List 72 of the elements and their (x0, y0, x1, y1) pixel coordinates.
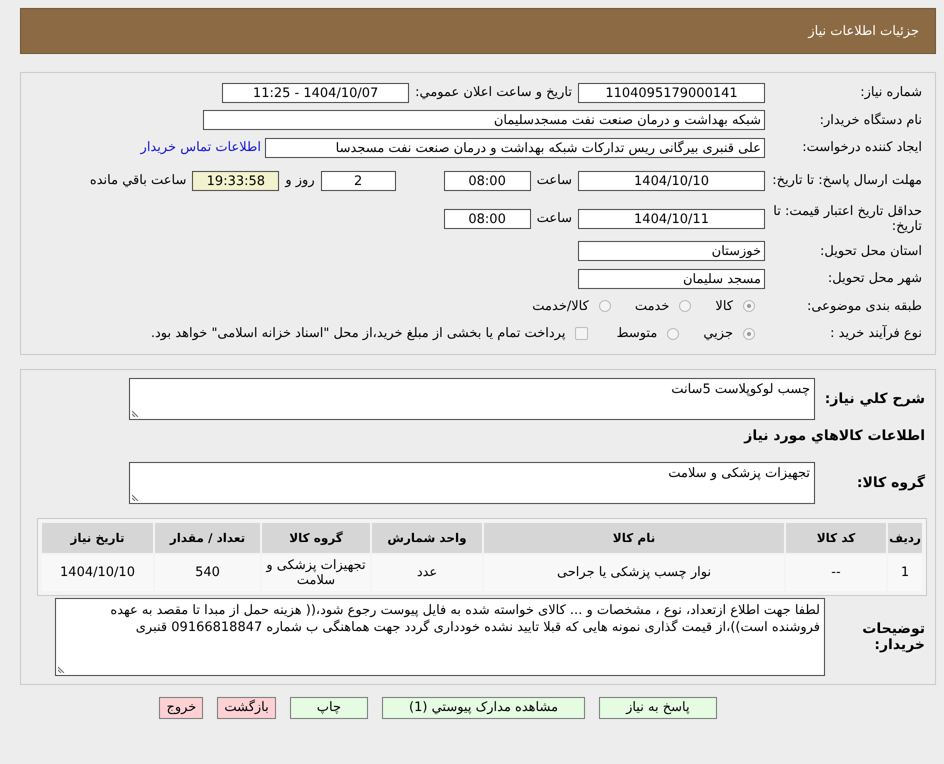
table-cell: 540 (155, 554, 260, 590)
radio-button[interactable] (743, 300, 755, 312)
text-area-value: تجهیزات پزشکی و سلامت (667, 466, 810, 480)
input-field[interactable]: 08:00 (444, 208, 531, 228)
table-cell: عدد (372, 554, 482, 590)
input-field[interactable]: 1104095179000141 (578, 82, 765, 103)
field-label: حداقل تاریخ اعتبار قیمت: تا تاریخ: (772, 204, 923, 234)
input-field[interactable]: شبکه بهداشت و درمان صنعت نفت مسجدسلیمان (203, 110, 765, 130)
input-field[interactable]: 19:33:58 (192, 170, 280, 190)
table-cell: تجهیزات پزشکی و سلامت (262, 554, 370, 590)
option-label: کالا (715, 298, 733, 314)
input-field[interactable]: 1404/10/07 - 11:25 (222, 82, 410, 103)
column-header: نام کالا (484, 522, 784, 552)
input-field[interactable]: 1404/10/10 (578, 170, 765, 190)
field-label: تاریخ و ساعت اعلان عمومي: (415, 85, 572, 100)
section-heading: اطلاعات کالاهاي مورد نياز (742, 428, 926, 444)
column-header: تعداد / مقدار (155, 522, 260, 552)
checkbox[interactable] (575, 327, 588, 340)
field-label: نام دستگاه خریدار: (818, 112, 923, 128)
input-field[interactable]: 1404/10/11 (578, 208, 765, 228)
column-header: ردیف (888, 522, 922, 552)
checkbox-label: پرداخت تمام یا بخشی از مبلغ خرید،از محل "اسناد خزانه اسلامی" خواهد بود. (150, 326, 566, 342)
resize-grip-icon (132, 494, 139, 500)
action-button[interactable]: بازگشت (217, 696, 276, 718)
option-label: خدمت (634, 298, 670, 314)
column-header: گروه کالا (262, 522, 370, 552)
field-label: ساعت (536, 173, 572, 188)
radio-button[interactable] (598, 300, 611, 312)
resize-grip-icon (58, 666, 65, 672)
column-header: کد کالا (786, 522, 886, 552)
input-field[interactable]: 2 (320, 170, 396, 190)
text-area[interactable]: چسب لوکوپلاست 5سانت (129, 378, 815, 420)
page-title: جزئیات اطلاعات نیاز (808, 24, 919, 38)
field-label: شهر محل تحویل: (826, 271, 923, 286)
option-label: کالا/خدمت (532, 298, 589, 314)
field-label: شرح کلي نیاز: (824, 390, 926, 406)
action-button[interactable]: خروج (159, 696, 204, 718)
option-label: جزيي (703, 326, 733, 342)
table-cell: 1404/10/10 (42, 554, 153, 590)
input-field[interactable]: خوزستان (578, 241, 765, 262)
input-field[interactable]: علی قنبری بیرگانی ریس تدارکات شبکه بهداشت و درمان صنعت نفت مسجدسا (265, 138, 765, 158)
input-field[interactable]: مسجد سلیمان (578, 268, 765, 289)
table-cell: 1 (888, 554, 922, 590)
action-button[interactable]: چاپ (290, 696, 368, 718)
field-label: گروه کالا: (856, 474, 926, 490)
action-button[interactable]: پاسخ به نیاز (599, 696, 717, 718)
action-button[interactable]: مشاهده مدارک پیوستي (1) (382, 696, 586, 718)
field-label: ساعت باقي مانده (90, 173, 186, 188)
radio-button[interactable] (667, 328, 680, 340)
field-label: ساعت (536, 211, 572, 226)
field-label: مهلت ارسال پاسخ: تا تاریخ: (771, 173, 923, 188)
field-label: شماره نیاز: (859, 85, 923, 100)
radio-button[interactable] (679, 300, 692, 312)
field-label: ایجاد کننده درخواست: (801, 140, 923, 156)
text-area[interactable]: تجهیزات پزشکی و سلامت (129, 462, 815, 504)
field-label: روز و (285, 173, 315, 188)
text-area-value: لطفا جهت اطلاع ازتعداد، نوع ، مشخصات و ... کالای خواسته شده به فایل پیوست رجوع شود،(( هزینه حمل از مبدا تا مقصد به عهده فروشنده است))،از قیمت گذاری نمونه هایی که قبلا تایید نشده خودداری گردد جهت هماهنگی ب شماره 09166818847 قنبری (109, 602, 820, 636)
field-label: نوع فرآیند خرید : (829, 326, 923, 342)
field-label: استان محل تحویل: (819, 244, 923, 259)
input-field[interactable]: 08:00 (444, 170, 531, 190)
resize-grip-icon (132, 410, 139, 416)
option-label: متوسط (616, 326, 658, 342)
contact-link[interactable]: اطلاعات تماس خریدار (140, 140, 261, 156)
field-label: توضیحات خریدار: (861, 620, 926, 652)
text-area[interactable] (55, 598, 825, 676)
radio-button[interactable] (743, 328, 755, 340)
table-cell: نوار چسب پزشکی یا جراحی (484, 554, 784, 590)
column-header: واحد شمارش (372, 522, 482, 552)
text-area-value: چسب لوکوپلاست 5سانت (670, 382, 810, 396)
column-header: تاریخ نیاز (42, 522, 153, 552)
table-cell: -- (786, 554, 886, 590)
field-label: طبقه بندی موضوعی: (806, 298, 923, 314)
